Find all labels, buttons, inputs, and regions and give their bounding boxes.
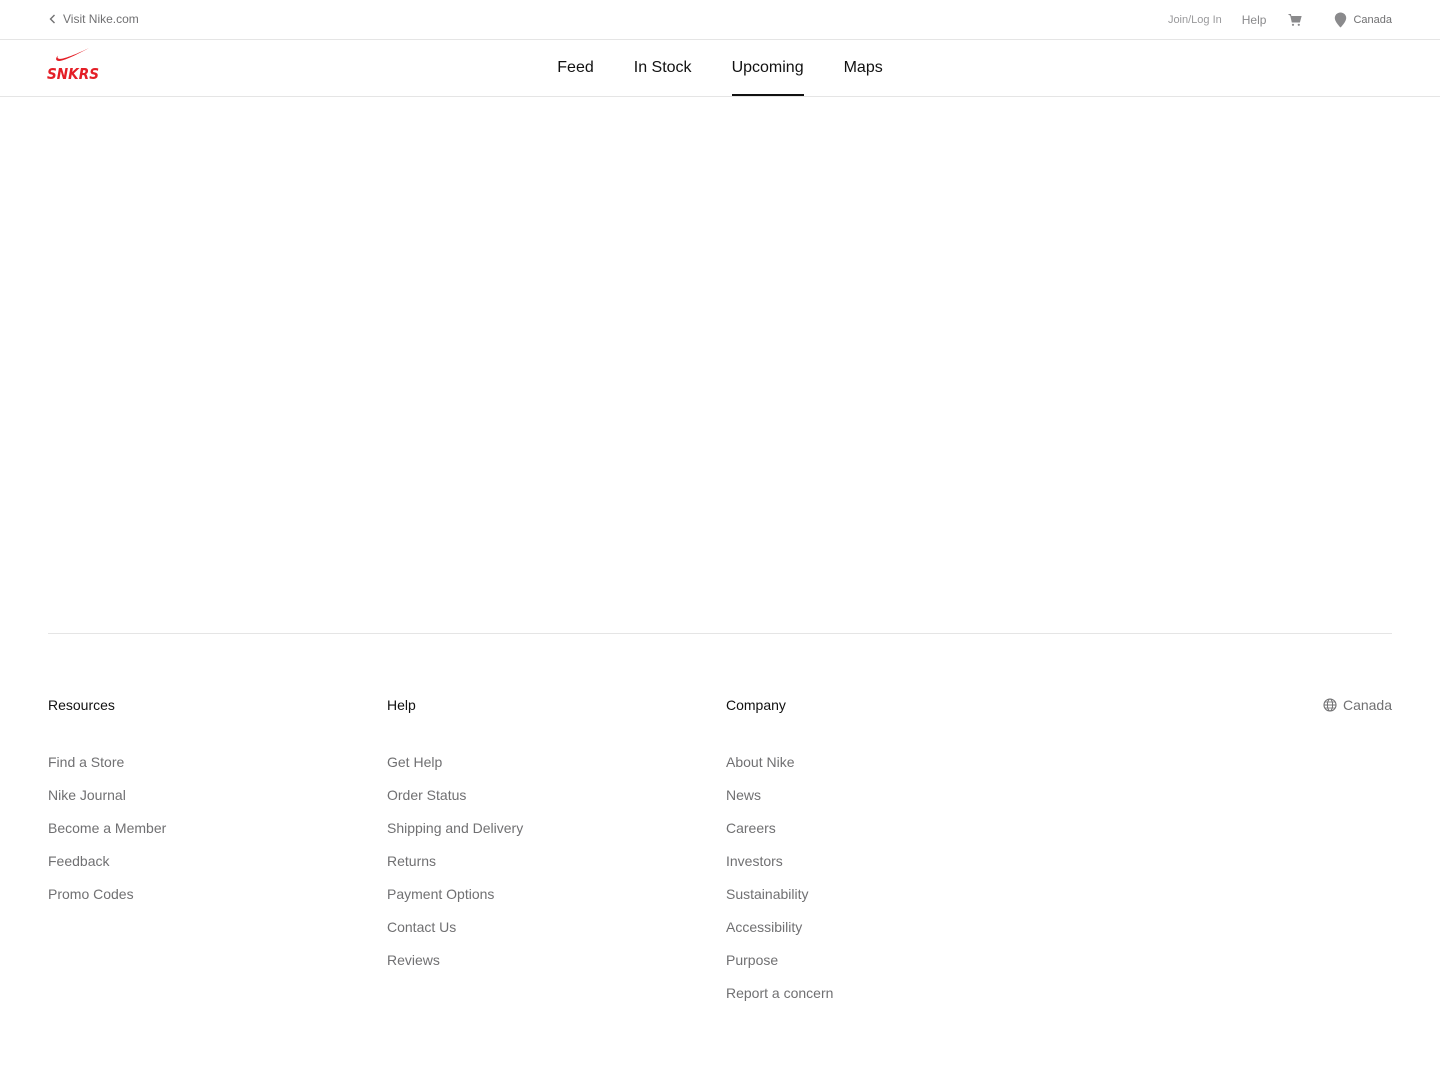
- footer-link-promo-codes[interactable]: Promo Codes: [48, 885, 166, 918]
- footer-link-payment-options[interactable]: Payment Options: [387, 885, 523, 918]
- visit-nike-link[interactable]: Visit Nike.com: [48, 12, 139, 26]
- footer-divider: [48, 633, 1392, 634]
- tab-upcoming[interactable]: Upcoming: [731, 40, 804, 96]
- visit-nike-label: Visit Nike.com: [63, 12, 139, 26]
- footer-link-returns[interactable]: Returns: [387, 852, 523, 885]
- footer-link-reviews[interactable]: Reviews: [387, 951, 523, 984]
- footer-link-investors[interactable]: Investors: [726, 852, 833, 885]
- footer-link-sustainability[interactable]: Sustainability: [726, 885, 833, 918]
- utility-links: Join/Log In Help Canada: [1168, 12, 1392, 28]
- footer-company: Company About Nike News Careers Investor…: [726, 696, 833, 1017]
- footer-link-nike-journal[interactable]: Nike Journal: [48, 786, 166, 819]
- chevron-left-icon: [49, 14, 55, 24]
- footer-company-title: Company: [726, 697, 786, 713]
- footer-help-title: Help: [387, 697, 416, 713]
- footer-locale-selector[interactable]: Canada: [1323, 696, 1392, 714]
- utility-bar: Visit Nike.com Join/Log In Help Canada: [0, 0, 1440, 40]
- primary-nav: Feed In Stock Upcoming Maps: [0, 40, 1440, 96]
- help-link[interactable]: Help: [1242, 13, 1267, 27]
- tab-in-stock[interactable]: In Stock: [634, 40, 692, 96]
- footer-link-accessibility[interactable]: Accessibility: [726, 918, 833, 951]
- footer-link-contact-us[interactable]: Contact Us: [387, 918, 523, 951]
- globe-icon: [1323, 698, 1337, 712]
- footer-link-shipping-delivery[interactable]: Shipping and Delivery: [387, 819, 523, 852]
- tab-maps[interactable]: Maps: [844, 40, 883, 96]
- footer-link-become-a-member[interactable]: Become a Member: [48, 819, 166, 852]
- footer-resources: Resources Find a Store Nike Journal Beco…: [48, 696, 166, 918]
- footer-link-order-status[interactable]: Order Status: [387, 786, 523, 819]
- join-login-link[interactable]: Join/Log In: [1168, 14, 1222, 26]
- footer-help: Help Get Help Order Status Shipping and …: [387, 696, 523, 984]
- location-label: Canada: [1353, 14, 1392, 26]
- footer-link-find-a-store[interactable]: Find a Store: [48, 753, 166, 786]
- footer-resources-list: Find a Store Nike Journal Become a Membe…: [48, 753, 166, 918]
- location-pin-icon: [1335, 12, 1347, 28]
- footer-link-purpose[interactable]: Purpose: [726, 951, 833, 984]
- location-selector[interactable]: Canada: [1334, 12, 1392, 28]
- footer-link-news[interactable]: News: [726, 786, 833, 819]
- cart-icon: [1288, 14, 1303, 26]
- footer-link-careers[interactable]: Careers: [726, 819, 833, 852]
- cart-button[interactable]: [1288, 13, 1303, 27]
- footer-link-get-help[interactable]: Get Help: [387, 753, 523, 786]
- footer-link-report-concern[interactable]: Report a concern: [726, 984, 833, 1017]
- footer-company-list: About Nike News Careers Investors Sustai…: [726, 753, 833, 1017]
- tab-feed[interactable]: Feed: [557, 40, 593, 96]
- footer-link-feedback[interactable]: Feedback: [48, 852, 166, 885]
- footer-help-list: Get Help Order Status Shipping and Deliv…: [387, 753, 523, 984]
- main-header: SNKRS Feed In Stock Upcoming Maps: [0, 40, 1440, 97]
- footer-locale-label: Canada: [1342, 697, 1392, 713]
- footer-link-about-nike[interactable]: About Nike: [726, 753, 833, 786]
- footer-resources-title: Resources: [48, 697, 115, 713]
